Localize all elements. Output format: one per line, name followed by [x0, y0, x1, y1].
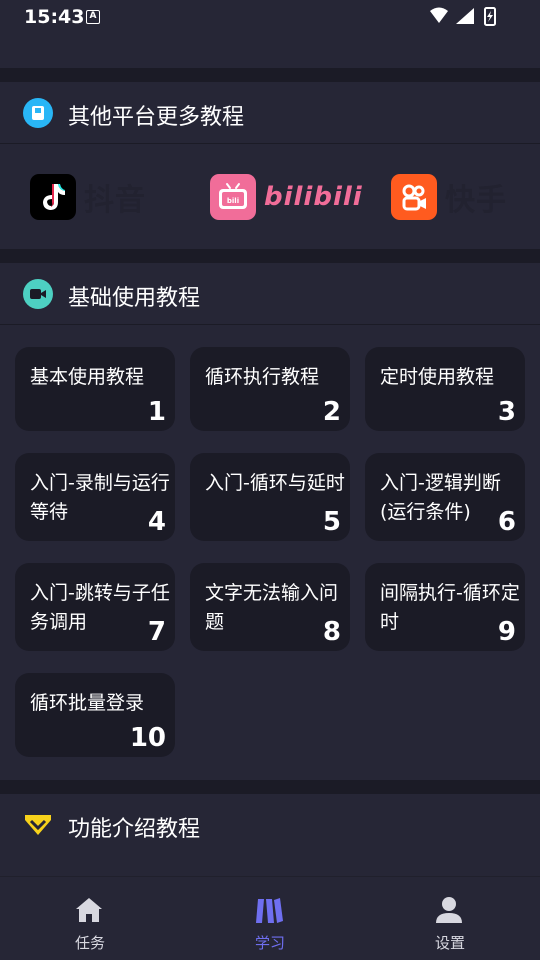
basics-section: 基础使用教程 基本使用教程 1 循环执行教程 2 定时使用教程 3 入门-录制与…: [0, 263, 540, 780]
douyin-logo-icon: [30, 174, 76, 220]
features-section-header: 功能介绍教程: [0, 794, 540, 856]
basics-section-title: 基础使用教程: [68, 286, 201, 311]
tab-label: 学习: [254, 934, 285, 952]
card-number: 5: [322, 507, 341, 537]
tutorial-card-10[interactable]: 循环批量登录 10: [15, 673, 175, 757]
books-icon: [256, 898, 283, 923]
card-number: 7: [147, 617, 166, 647]
home-icon: [76, 898, 102, 922]
platform-name: 快手: [445, 183, 507, 218]
card-number: 10: [129, 723, 166, 753]
user-icon: [436, 897, 462, 923]
tutorial-card-4[interactable]: 入门-录制与运行等待 4: [15, 453, 175, 541]
card-title: 入门-循环与延时: [205, 472, 345, 494]
tab-label: 设置: [434, 934, 465, 952]
tutorial-card-2[interactable]: 循环执行教程 2: [190, 347, 350, 431]
platform-douyin[interactable]: 抖音: [30, 174, 146, 220]
platforms-section-header: 其他平台更多教程: [0, 82, 540, 144]
tutorial-card-1[interactable]: 基本使用教程 1: [15, 347, 175, 431]
platforms-section: 其他平台更多教程 抖音 bili bilibili 快手: [0, 82, 540, 249]
tab-label: 任务: [74, 934, 105, 952]
card-number: 1: [147, 397, 166, 427]
tutorial-card-8[interactable]: 文字无法输入问题 8: [190, 563, 350, 651]
platforms-section-title: 其他平台更多教程: [68, 105, 245, 130]
svg-text:bili: bili: [227, 197, 239, 205]
platform-row: 抖音 bili bilibili 快手: [0, 144, 540, 248]
card-title: 循环执行教程: [205, 366, 320, 388]
features-section-title: 功能介绍教程: [68, 817, 201, 842]
tutorial-card-7[interactable]: 入门-跳转与子任务调用 7: [15, 563, 175, 651]
card-title: 循环批量登录: [30, 692, 145, 714]
wifi-icon: [430, 7, 448, 23]
platform-name: bilibili: [264, 182, 363, 212]
platform-kuaishou[interactable]: 快手: [391, 174, 507, 220]
tab-tasks[interactable]: 任务: [0, 877, 180, 960]
tutorial-card-5[interactable]: 入门-循环与延时 5: [190, 453, 350, 541]
diamond-icon: [23, 810, 53, 840]
kuaishou-logo-icon: [391, 174, 437, 220]
card-number: 9: [497, 617, 516, 647]
card-number: 8: [322, 617, 341, 647]
platform-bilibili[interactable]: bili bilibili: [210, 174, 363, 220]
tutorial-card-9[interactable]: 间隔执行-循环定时 9: [365, 563, 525, 651]
status-time: 15:43: [24, 6, 85, 28]
card-number: 2: [322, 397, 341, 427]
tutorial-grid: 基本使用教程 1 循环执行教程 2 定时使用教程 3 入门-录制与运行等待 4 …: [0, 325, 540, 781]
signal-icon: [456, 8, 474, 24]
book-icon: [23, 98, 53, 128]
tutorial-card-6[interactable]: 入门-逻辑判断(运行条件) 6: [365, 453, 525, 541]
platform-name: 抖音: [84, 183, 146, 218]
card-number: 3: [497, 397, 516, 427]
video-camera-icon: [23, 279, 53, 309]
notification-badge-icon: A: [86, 10, 100, 24]
status-bar: 15:43 A: [0, 0, 540, 68]
bilibili-logo-icon: bili: [210, 174, 256, 220]
card-title: 基本使用教程: [30, 366, 145, 388]
card-title: 定时使用教程: [380, 366, 495, 388]
tutorial-card-3[interactable]: 定时使用教程 3: [365, 347, 525, 431]
bottom-tab-bar: 任务 学习 设置: [0, 876, 540, 960]
card-number: 4: [147, 507, 166, 537]
basics-section-header: 基础使用教程: [0, 263, 540, 325]
status-icons: [430, 7, 496, 26]
card-number: 6: [497, 507, 516, 537]
tab-settings[interactable]: 设置: [360, 877, 540, 960]
features-section: 功能介绍教程: [0, 794, 540, 878]
tab-learn[interactable]: 学习: [180, 877, 360, 960]
